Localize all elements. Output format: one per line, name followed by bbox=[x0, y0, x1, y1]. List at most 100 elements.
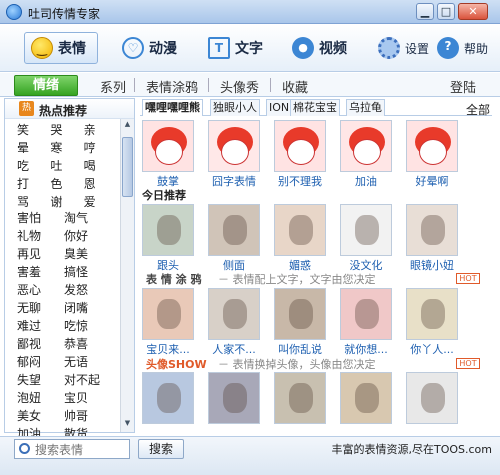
hot-word-link[interactable]: 鄙视 bbox=[17, 337, 64, 352]
emoticon-thumbnail[interactable] bbox=[142, 120, 194, 172]
scroll-up-icon[interactable]: ▲ bbox=[122, 120, 133, 132]
emoticon-caption[interactable]: 囧字表情 bbox=[204, 173, 264, 189]
hot-word-link[interactable]: 帅哥 bbox=[64, 409, 111, 424]
hot-word-link[interactable]: 恩 bbox=[84, 177, 117, 192]
emoticon-caption[interactable]: 你丫人... bbox=[402, 341, 462, 357]
main-toolbar: 表情 ♡ 动漫 T 文字 ● 视频 设置 ? 帮助 bbox=[0, 24, 500, 72]
tab-emoticons[interactable]: 表情 bbox=[24, 32, 98, 64]
subtab-ion[interactable]: ION bbox=[266, 99, 293, 116]
hot-word-link[interactable]: 你好 bbox=[64, 229, 111, 244]
hot-word-link[interactable]: 无语 bbox=[64, 355, 111, 370]
hot-word-link[interactable]: 闭嘴 bbox=[64, 301, 111, 316]
emoticon-caption[interactable]: 眼镜小妞 bbox=[402, 257, 462, 273]
hot-word-link[interactable]: 哼 bbox=[84, 141, 117, 156]
emoticon-caption[interactable]: 人家不... bbox=[204, 341, 264, 357]
category-series[interactable]: 系列 bbox=[100, 77, 126, 96]
hot-word-link[interactable]: 宝贝 bbox=[64, 391, 111, 406]
hot-word-link[interactable]: 恭喜 bbox=[64, 337, 111, 352]
tab-text[interactable]: T 文字 bbox=[202, 32, 269, 64]
hot-word-link[interactable]: 搞怪 bbox=[64, 265, 111, 280]
hot-word-link[interactable]: 对不起 bbox=[64, 373, 111, 388]
scroll-down-icon[interactable]: ▼ bbox=[122, 419, 133, 431]
emoticon-thumbnail[interactable] bbox=[340, 120, 392, 172]
subtab-ula-turtle[interactable]: 乌拉龟 bbox=[346, 99, 385, 116]
hot-word-link[interactable]: 骂 bbox=[17, 195, 50, 210]
hot-word-link[interactable]: 难过 bbox=[17, 319, 64, 334]
emoticon-thumbnail[interactable] bbox=[406, 372, 458, 424]
emoticon-thumbnail[interactable] bbox=[142, 204, 194, 256]
category-emotion[interactable]: 情绪 bbox=[14, 75, 78, 96]
emoticon-thumbnail[interactable] bbox=[142, 372, 194, 424]
emoticon-thumbnail[interactable] bbox=[208, 204, 260, 256]
emoticon-caption[interactable]: 好晕啊 bbox=[402, 173, 462, 189]
emoticon-thumbnail[interactable] bbox=[340, 288, 392, 340]
maximize-button[interactable]: □ bbox=[437, 3, 455, 20]
help-button[interactable]: ? 帮助 bbox=[431, 32, 494, 64]
emoticon-thumbnail[interactable] bbox=[340, 372, 392, 424]
emoticon-thumbnail[interactable] bbox=[406, 204, 458, 256]
subtab-one-eye[interactable]: 独眼小人 bbox=[210, 99, 260, 116]
emoticon-caption[interactable]: 叫你乱说 bbox=[270, 341, 330, 357]
hot-word-link[interactable]: 喝 bbox=[84, 159, 117, 174]
scroll-thumb[interactable] bbox=[122, 137, 133, 197]
subtab-heili-bear[interactable]: 嘿哩嘿哩熊 bbox=[142, 99, 203, 116]
emoticon-caption[interactable]: 就你想... bbox=[336, 341, 396, 357]
emoticon-thumbnail[interactable] bbox=[208, 120, 260, 172]
emoticon-caption[interactable]: 别不理我 bbox=[270, 173, 330, 189]
hot-word-link[interactable]: 害怕 bbox=[17, 211, 64, 226]
emoticon-thumbnail[interactable] bbox=[208, 372, 260, 424]
emoticon-thumbnail[interactable] bbox=[274, 288, 326, 340]
emoticon-thumbnail[interactable] bbox=[340, 204, 392, 256]
settings-button[interactable]: 设置 bbox=[372, 32, 435, 64]
hot-word-link[interactable]: 失望 bbox=[17, 373, 64, 388]
hot-recommend-title: 热点推荐 bbox=[39, 104, 88, 118]
hot-word-link[interactable]: 郁闷 bbox=[17, 355, 64, 370]
hot-word-link[interactable]: 吃 bbox=[17, 159, 50, 174]
category-favorites[interactable]: 收藏 bbox=[282, 77, 308, 96]
hot-word-link[interactable]: 打 bbox=[17, 177, 50, 192]
hot-word-link[interactable]: 恶心 bbox=[17, 283, 64, 298]
tab-video[interactable]: ● 视频 bbox=[286, 32, 353, 64]
hot-word-link[interactable]: 谢 bbox=[50, 195, 83, 210]
hot-word-link[interactable]: 吃惊 bbox=[64, 319, 111, 334]
hot-word-link[interactable]: 笑 bbox=[17, 123, 50, 138]
category-avatar-show[interactable]: 头像秀 bbox=[220, 77, 259, 96]
search-input[interactable] bbox=[35, 442, 127, 457]
hot-word-link[interactable]: 色 bbox=[50, 177, 83, 192]
emoticon-thumbnail[interactable] bbox=[208, 288, 260, 340]
hot-word-link[interactable]: 发怒 bbox=[64, 283, 111, 298]
close-button[interactable]: ✕ bbox=[458, 3, 488, 20]
emoticon-thumbnail[interactable] bbox=[406, 120, 458, 172]
hot-word-link[interactable]: 哭 bbox=[50, 123, 83, 138]
search-button[interactable]: 搜索 bbox=[138, 439, 184, 459]
login-link[interactable]: 登陆 bbox=[450, 77, 476, 96]
category-doodle[interactable]: 表情涂鸦 bbox=[146, 77, 198, 96]
search-box[interactable] bbox=[14, 439, 130, 459]
emoticon-thumbnail[interactable] bbox=[274, 204, 326, 256]
category-bar: 情绪 系列 表情涂鸦 头像秀 收藏 登陆 bbox=[0, 73, 500, 97]
hot-word-link[interactable]: 晕 bbox=[17, 141, 50, 156]
hot-word-link[interactable]: 再见 bbox=[17, 247, 64, 262]
hot-word-link[interactable]: 爱 bbox=[84, 195, 117, 210]
tab-anime[interactable]: ♡ 动漫 bbox=[116, 32, 183, 64]
hot-word-link[interactable]: 淘气 bbox=[64, 211, 111, 226]
hot-word-link[interactable]: 臭美 bbox=[64, 247, 111, 262]
emoticon-thumbnail[interactable] bbox=[142, 288, 194, 340]
minimize-button[interactable]: ▁ bbox=[416, 3, 434, 20]
hot-word-link[interactable]: 无聊 bbox=[17, 301, 64, 316]
emoticon-caption[interactable]: 加油 bbox=[336, 173, 396, 189]
hot-word-link[interactable]: 礼物 bbox=[17, 229, 64, 244]
hot-word-link[interactable]: 吐 bbox=[50, 159, 83, 174]
hot-word-link[interactable]: 害羞 bbox=[17, 265, 64, 280]
hot-word-link[interactable]: 美女 bbox=[17, 409, 64, 424]
emoticon-caption[interactable]: 宝贝来... bbox=[138, 341, 198, 357]
subtab-cotton-baby[interactable]: 棉花宝宝 bbox=[290, 99, 340, 116]
emoticon-thumbnail[interactable] bbox=[274, 372, 326, 424]
hot-word-link[interactable]: 寒 bbox=[50, 141, 83, 156]
hot-word-link[interactable]: 亲 bbox=[84, 123, 117, 138]
hot-word-link[interactable]: 泡妞 bbox=[17, 391, 64, 406]
emoticon-thumbnail[interactable] bbox=[406, 288, 458, 340]
all-series-link[interactable]: 全部 bbox=[466, 101, 490, 118]
sidebar-scrollbar[interactable]: ▲ ▼ bbox=[120, 119, 134, 432]
emoticon-thumbnail[interactable] bbox=[274, 120, 326, 172]
